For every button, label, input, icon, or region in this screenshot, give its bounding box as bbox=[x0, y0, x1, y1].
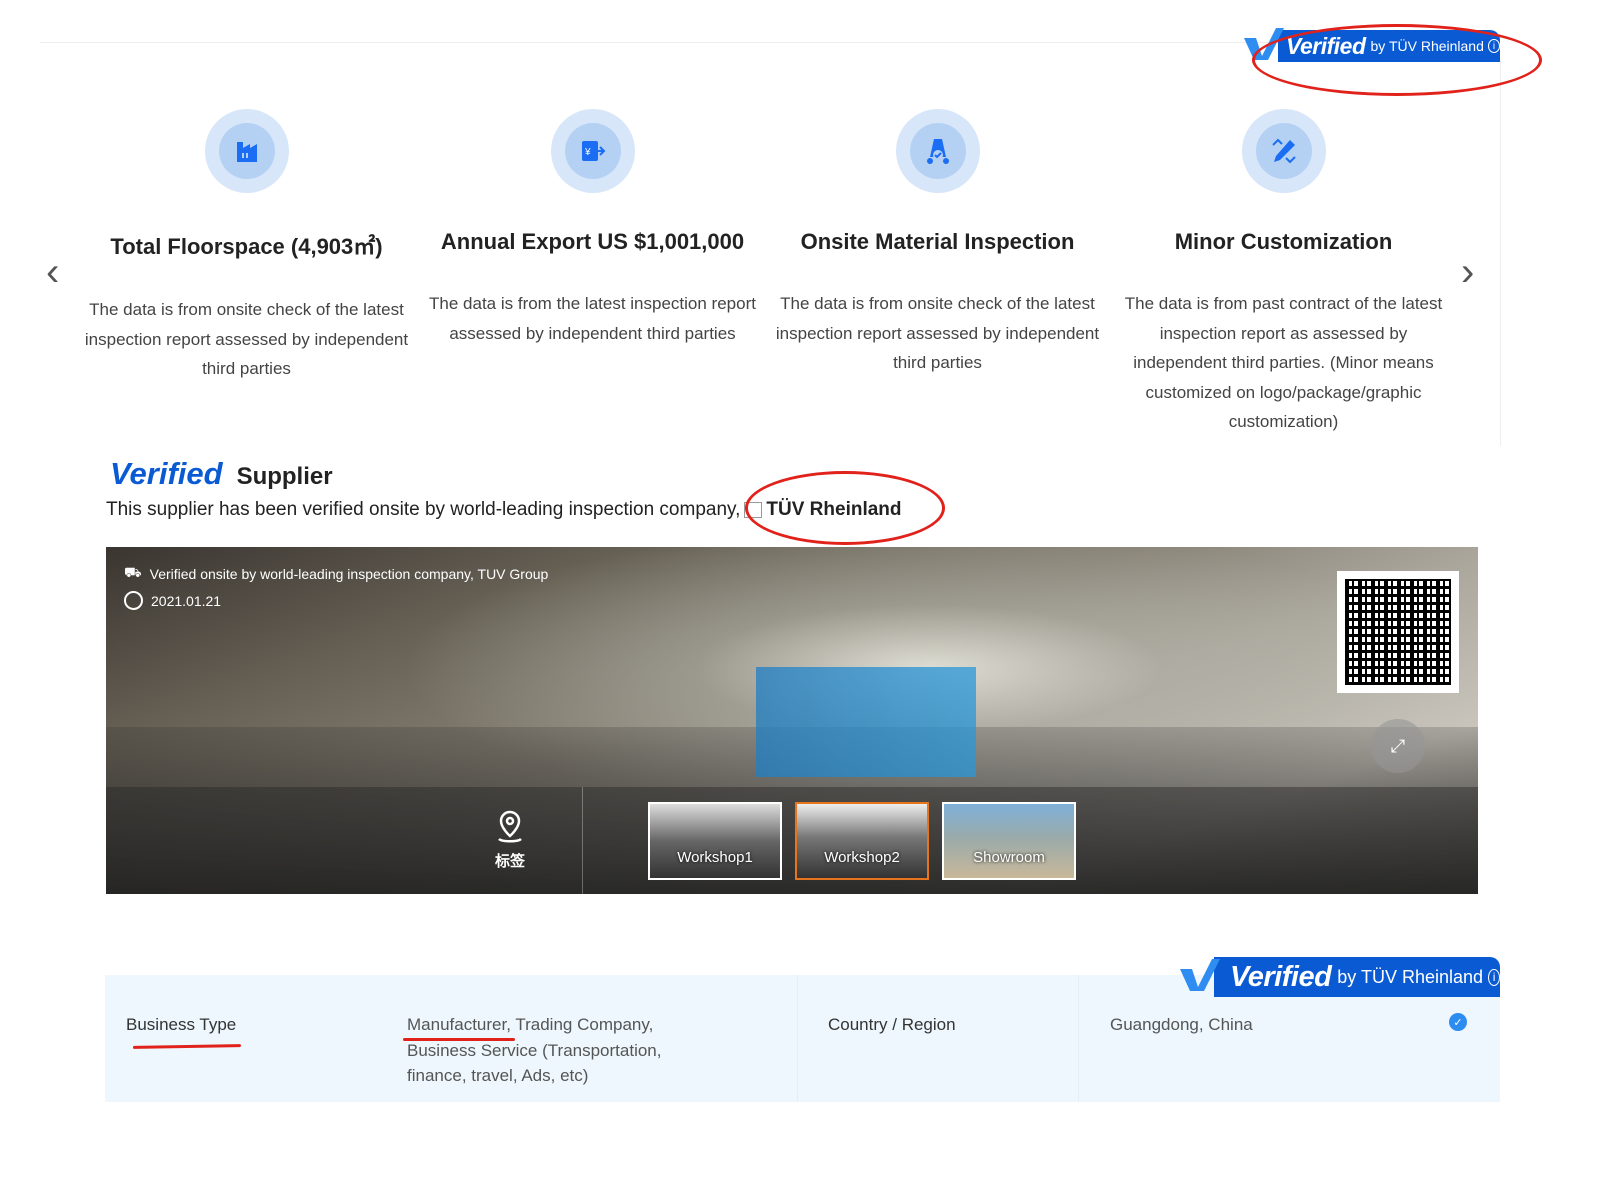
feature-description: The data is from onsite check of the lat… bbox=[84, 300, 409, 378]
feature-description: The data is from past contract of the la… bbox=[1124, 294, 1443, 431]
business-type-value: Manufacturer, Trading Company, Business … bbox=[407, 1015, 662, 1085]
badge-by-text: by TÜV Rheinland bbox=[1337, 966, 1484, 987]
next-arrow-icon[interactable]: › bbox=[1461, 250, 1474, 295]
feature-floorspace: Total Floorspace (4,903㎡) The data is fr… bbox=[74, 109, 419, 384]
scene-strip bbox=[106, 787, 1478, 894]
divider bbox=[1078, 975, 1079, 1102]
verified-logo-text: Verified bbox=[110, 456, 223, 491]
country-label: Country / Region bbox=[828, 1015, 956, 1034]
verified-overlay: ⛟ Verified onsite by world-leading inspe… bbox=[124, 564, 548, 583]
scene-label: Showroom bbox=[973, 849, 1045, 866]
svg-text:¥: ¥ bbox=[584, 147, 591, 158]
qr-code bbox=[1337, 571, 1459, 693]
inspection-icon bbox=[895, 109, 980, 193]
customization-icon bbox=[1241, 109, 1326, 193]
supplier-desc-text: This supplier has been verified onsite b… bbox=[106, 499, 741, 520]
supplier-title: Supplier bbox=[236, 463, 333, 490]
location-pin-icon bbox=[498, 810, 522, 843]
scene-label: Workshop1 bbox=[677, 849, 753, 866]
verified-inspection-icon: ⛟ bbox=[124, 564, 142, 580]
prev-arrow-icon[interactable]: ‹ bbox=[46, 250, 59, 295]
feature-title: Total Floorspace (4,903㎡) bbox=[110, 234, 383, 259]
factory-icon bbox=[204, 109, 289, 193]
feature-description: The data is from the latest inspection r… bbox=[429, 294, 756, 343]
feature-customization: Minor Customization The data is from pas… bbox=[1111, 109, 1456, 437]
scene-thumb-workshop2[interactable]: Workshop2 bbox=[795, 802, 929, 880]
panorama-viewer[interactable]: ⛟ Verified onsite by world-leading inspe… bbox=[106, 547, 1478, 894]
verified-logo-text: Verified bbox=[1230, 960, 1332, 993]
tag-label: 标签 bbox=[494, 853, 525, 870]
feature-title: Annual Export US $1,001,000 bbox=[440, 229, 745, 254]
feature-description: The data is from onsite check of the lat… bbox=[775, 294, 1100, 372]
panorama-machinery bbox=[756, 667, 976, 777]
tag-button[interactable]: 标签 bbox=[494, 809, 526, 871]
feature-title: Onsite Material Inspection bbox=[800, 229, 1075, 254]
country-value: Guangdong, China bbox=[1110, 1015, 1253, 1034]
verified-check-icon: ✓ bbox=[1449, 1013, 1467, 1031]
feature-title: Minor Customization bbox=[1174, 229, 1393, 254]
scene-label: Workshop2 bbox=[824, 849, 900, 866]
fullscreen-icon[interactable]: ⤢ bbox=[1371, 719, 1425, 773]
annotation-underline bbox=[403, 1038, 515, 1041]
annotation-circle bbox=[745, 471, 945, 545]
inspection-date: 2021.01.21 bbox=[151, 592, 222, 609]
business-type-label: Business Type bbox=[126, 1015, 237, 1034]
annotation-circle bbox=[1252, 24, 1542, 96]
annotation-underline bbox=[132, 1044, 242, 1049]
feature-inspection: Onsite Material Inspection The data is f… bbox=[765, 109, 1110, 378]
info-icon[interactable]: i bbox=[1488, 968, 1500, 986]
verified-overlay-text: Verified onsite by world-leading inspect… bbox=[149, 565, 549, 582]
feature-export: ¥ Annual Export US $1,001,000 The data i… bbox=[420, 109, 765, 348]
divider bbox=[582, 787, 583, 894]
divider bbox=[1500, 60, 1501, 446]
clock-icon bbox=[124, 591, 143, 610]
scene-thumb-workshop1[interactable]: Workshop1 bbox=[648, 802, 782, 880]
date-overlay: 2021.01.21 bbox=[124, 591, 221, 610]
divider bbox=[797, 975, 798, 1102]
export-icon: ¥ bbox=[550, 109, 635, 193]
tuv-verified-badge[interactable]: Verified by TÜV Rheinland i bbox=[1180, 957, 1500, 997]
scene-thumb-showroom[interactable]: Showroom bbox=[942, 802, 1076, 880]
verified-supplier-heading: Verified Supplier bbox=[110, 456, 333, 492]
check-icon bbox=[1180, 959, 1220, 991]
